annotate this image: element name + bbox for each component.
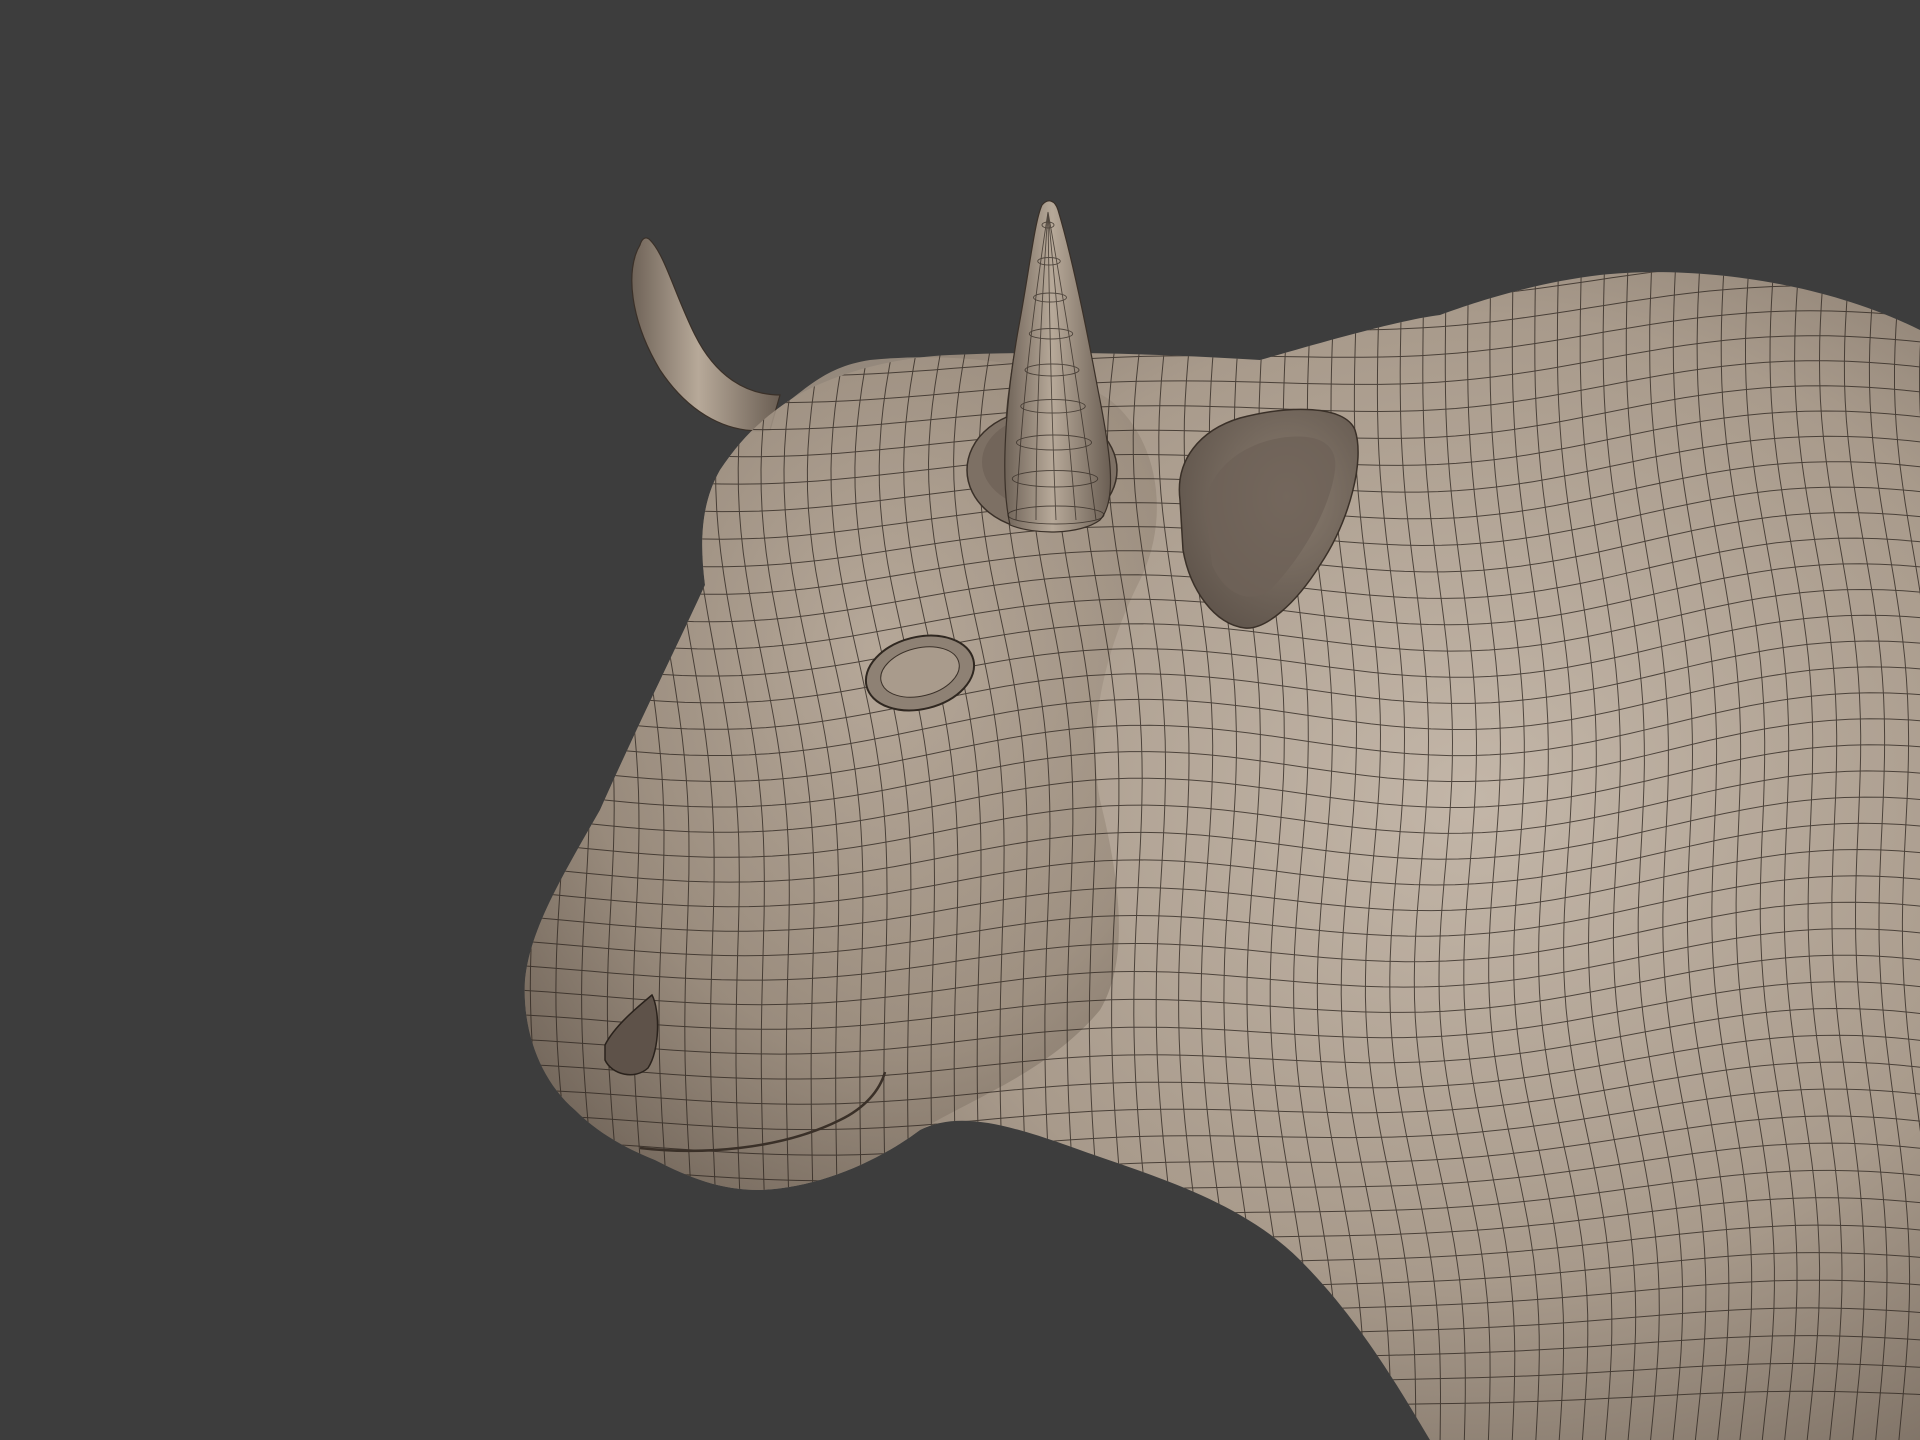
wire-line-vertical <box>524 272 567 1440</box>
wire-line-vertical <box>536 272 590 1440</box>
bull-model-render <box>494 139 1920 1440</box>
wire-line-horizontal <box>496 188 1920 245</box>
wire-line-horizontal <box>498 139 1920 193</box>
wire-line-horizontal <box>494 212 1920 271</box>
wire-line-horizontal <box>497 163 1920 218</box>
wire-line-vertical <box>524 272 544 1440</box>
far-horn <box>631 237 781 432</box>
3d-viewport[interactable] <box>0 0 1920 1440</box>
